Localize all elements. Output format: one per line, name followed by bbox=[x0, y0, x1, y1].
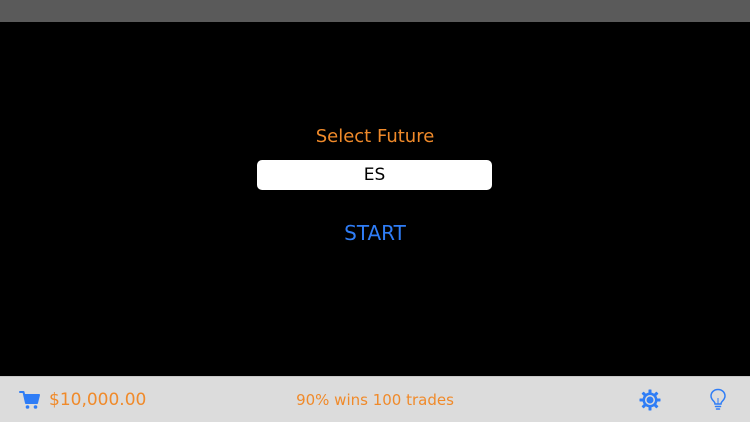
main-area: Select Future START bbox=[0, 22, 750, 376]
gear-icon[interactable] bbox=[639, 389, 661, 411]
cart-icon[interactable] bbox=[19, 389, 41, 411]
balance-amount: $10,000.00 bbox=[49, 390, 147, 410]
lightbulb-icon[interactable] bbox=[709, 388, 727, 412]
top-status-bar bbox=[0, 0, 750, 22]
start-button[interactable]: START bbox=[325, 218, 425, 248]
future-input[interactable] bbox=[257, 160, 492, 190]
select-future-label: Select Future bbox=[315, 126, 435, 147]
bottom-toolbar: $10,000.00 90% wins 100 trades bbox=[0, 376, 750, 422]
